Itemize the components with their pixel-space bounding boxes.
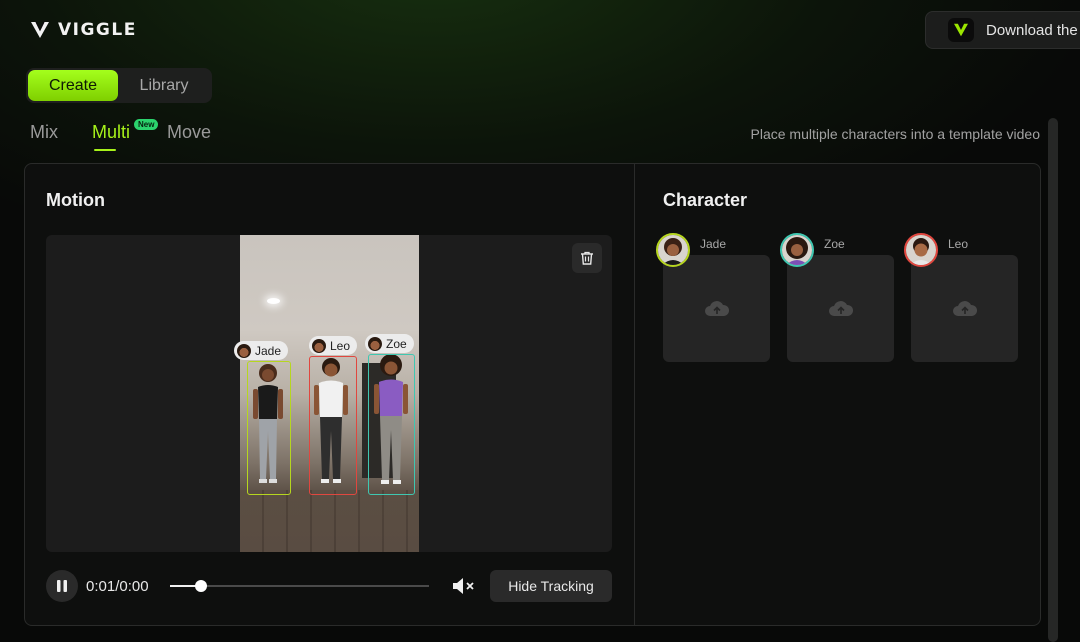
viggle-v-icon [31, 21, 49, 38]
viggle-logo[interactable]: VIGGLE [30, 20, 137, 40]
upload-cloud-icon [704, 300, 729, 316]
jade-face-icon [658, 235, 688, 265]
playback-time: 0:01/0:00 [86, 578, 149, 595]
tab-move[interactable]: Move [167, 122, 211, 143]
leo-avatar-icon [312, 338, 326, 353]
main-panel: Motion Jade Leo Zoe 0:01/0:00 Hide Track… [24, 163, 1041, 626]
download-app-button[interactable]: Download the [925, 11, 1080, 49]
delete-video-button[interactable] [572, 243, 602, 273]
tab-multi[interactable]: Multi [92, 122, 130, 143]
download-label: Download the [986, 21, 1078, 39]
mode-hint: Place multiple characters into a templat… [750, 126, 1040, 142]
character-name-zoe: Zoe [824, 237, 845, 251]
mode-toggle: Create Library [26, 68, 212, 103]
track-label-text: Leo [330, 338, 351, 353]
ceiling-light [267, 298, 280, 304]
zoe-face-icon [782, 235, 812, 265]
track-label-jade: Jade [234, 341, 289, 360]
tab-mix[interactable]: Mix [30, 122, 58, 143]
tracking-box-leo[interactable] [309, 356, 357, 495]
mute-button[interactable] [451, 576, 477, 596]
tracking-box-jade[interactable] [247, 361, 291, 495]
hide-tracking-button[interactable]: Hide Tracking [490, 570, 612, 602]
motion-video-area[interactable]: Jade Leo Zoe [46, 235, 612, 552]
new-badge: New [134, 119, 159, 130]
speaker-muted-icon [453, 578, 474, 594]
logo-text: VIGGLE [58, 20, 137, 40]
player-controls: 0:01/0:00 Hide Tracking [46, 568, 612, 602]
seek-slider[interactable] [170, 580, 429, 592]
track-label-text: Jade [255, 343, 282, 358]
jade-avatar-icon [237, 343, 251, 358]
seek-handle[interactable] [195, 580, 208, 592]
upload-cloud-icon [828, 300, 853, 316]
character-title: Character [663, 190, 748, 210]
track-label-zoe: Zoe [365, 334, 414, 353]
pause-icon [57, 580, 67, 592]
character-slot-leo[interactable] [911, 255, 1018, 362]
motion-title: Motion [46, 190, 105, 210]
track-label-text: Zoe [386, 336, 407, 351]
character-avatar-jade [656, 233, 690, 267]
trash-icon [581, 251, 593, 265]
upload-cloud-icon [952, 300, 977, 316]
track-label-leo: Leo [309, 336, 358, 355]
active-tab-underline [94, 149, 116, 151]
video-frame[interactable] [240, 235, 419, 552]
floor [240, 490, 419, 552]
library-tab[interactable]: Library [118, 70, 210, 101]
leo-face-icon [906, 235, 936, 265]
tracking-box-zoe[interactable] [368, 354, 415, 495]
character-name-leo: Leo [948, 237, 969, 251]
panel-divider [634, 164, 635, 625]
pause-button[interactable] [46, 570, 78, 602]
character-avatar-leo [904, 233, 938, 267]
zoe-avatar-icon [368, 336, 382, 351]
character-slot-zoe[interactable] [787, 255, 894, 362]
character-slot-jade[interactable] [663, 255, 770, 362]
character-name-jade: Jade [700, 237, 727, 251]
app-icon [948, 18, 974, 42]
character-avatar-zoe [780, 233, 814, 267]
page-scrollbar[interactable] [1048, 118, 1058, 642]
create-tab[interactable]: Create [28, 70, 118, 101]
